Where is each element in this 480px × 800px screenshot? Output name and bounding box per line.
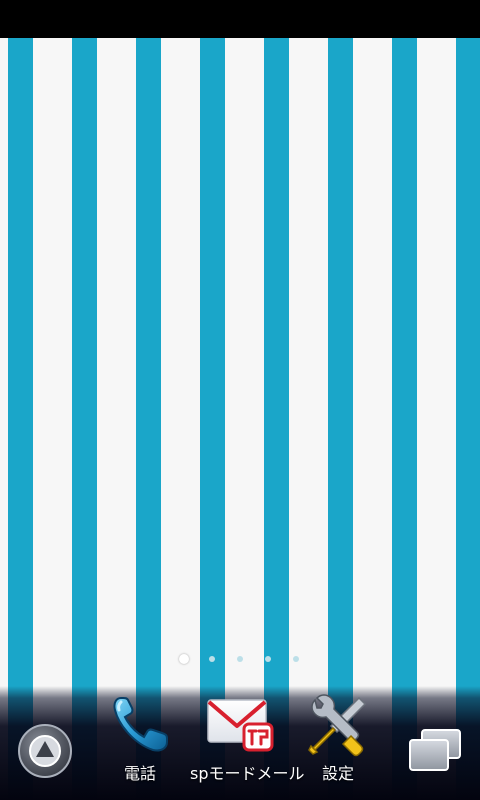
sp-mode-mail-icon [207, 699, 274, 752]
page-dot-1[interactable] [179, 654, 189, 664]
home-screen: 電話 spモードメール 設定 [0, 0, 480, 800]
dock: 電話 spモードメール 設定 [0, 686, 480, 800]
app-launcher-button[interactable] [18, 724, 72, 778]
dock-label-settings: 設定 [321, 764, 354, 783]
dock-label-sp-mode-mail: spモードメール [190, 764, 305, 783]
dock-app-sp-mode-mail[interactable]: spモードメール [190, 686, 305, 800]
app-launcher-icon [29, 735, 61, 767]
phone-icon [113, 697, 168, 752]
page-indicator [0, 652, 480, 666]
page-dot-2[interactable] [209, 656, 215, 662]
dock-app-phone[interactable]: 電話 [98, 686, 182, 800]
page-dot-3[interactable] [237, 656, 243, 662]
recent-apps-button[interactable] [408, 728, 464, 774]
page-dot-4[interactable] [265, 656, 271, 662]
settings-icon [308, 694, 367, 757]
page-dot-5[interactable] [293, 656, 299, 662]
status-bar [0, 0, 480, 38]
recent-apps-icon [409, 729, 461, 771]
dock-label-phone: 電話 [123, 764, 156, 783]
dock-app-settings[interactable]: 設定 [296, 686, 380, 800]
